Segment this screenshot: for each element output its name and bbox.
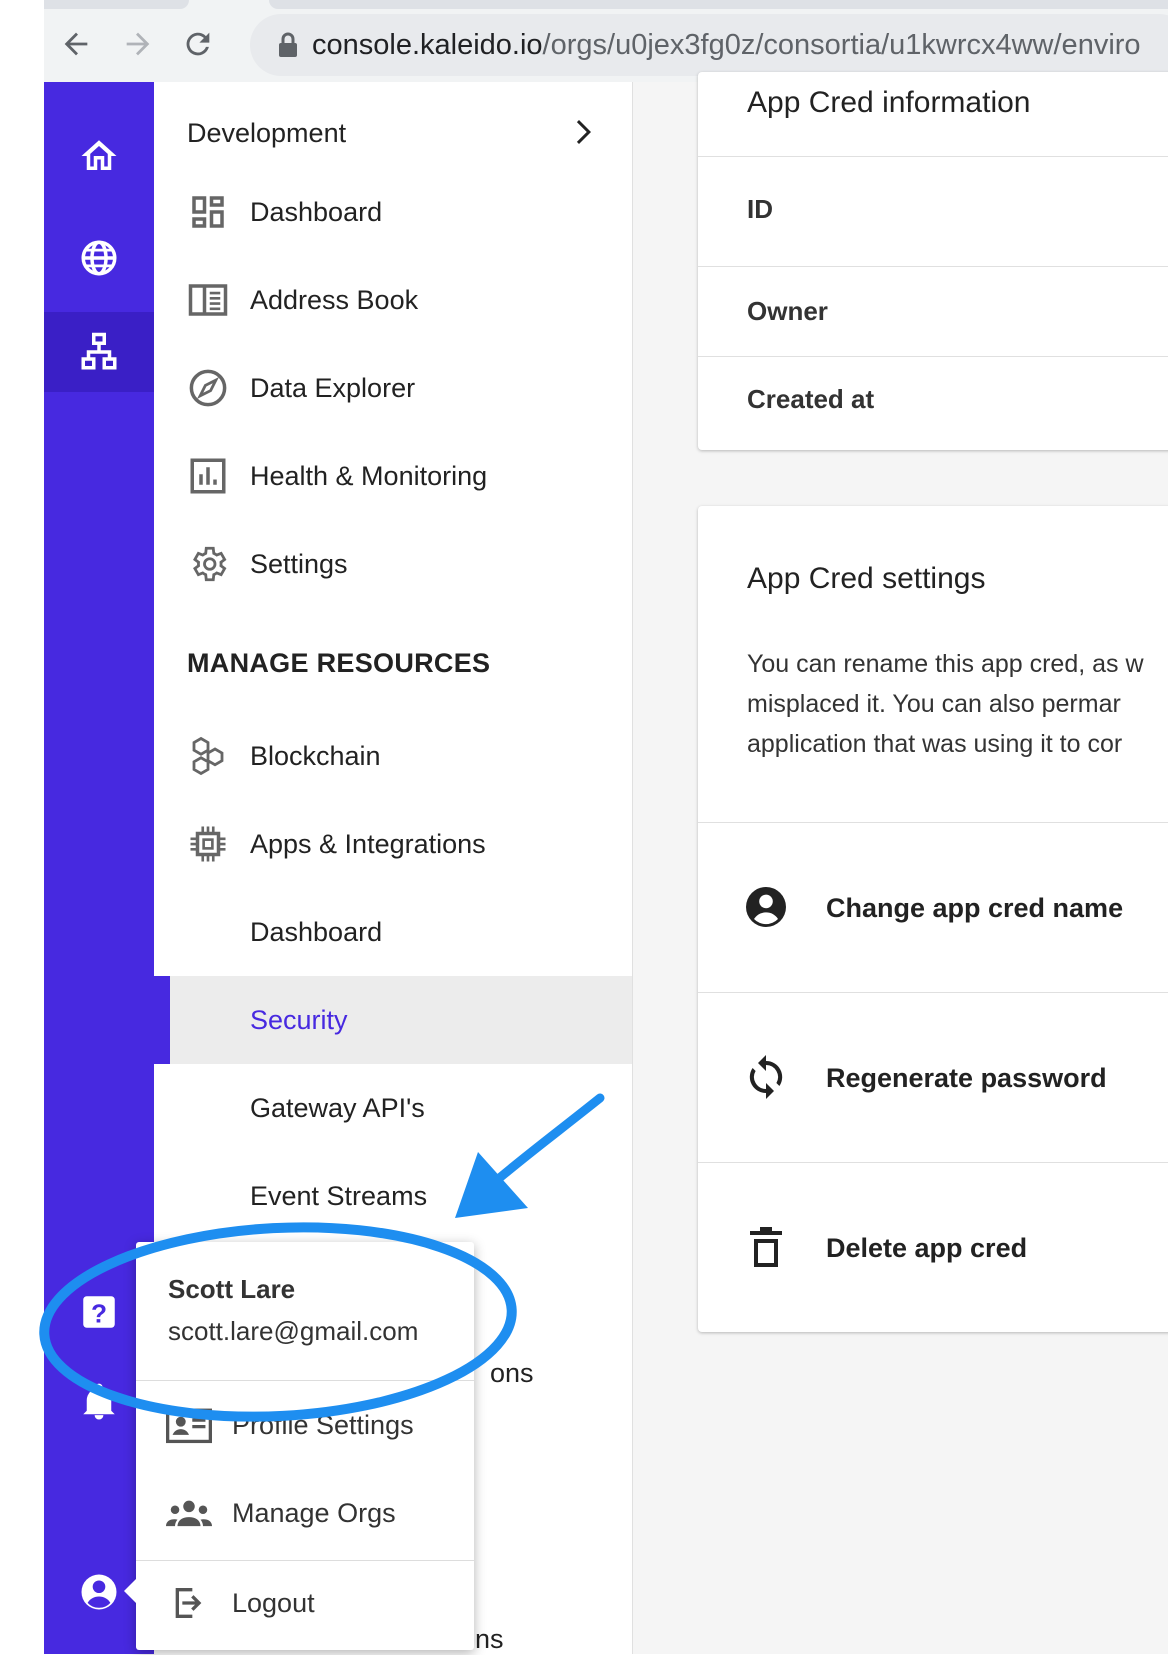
- delete-app-cred-action[interactable]: Delete app cred: [698, 1162, 1168, 1333]
- nav-item-settings[interactable]: Settings: [154, 520, 632, 608]
- user-email: scott.lare@gmail.com: [168, 1316, 419, 1346]
- nav-item-security[interactable]: Security: [170, 976, 632, 1064]
- nav-item-gateway-apis[interactable]: Gateway API's: [154, 1064, 632, 1152]
- settings-description: You can rename this app cred, as w mispl…: [747, 650, 1144, 758]
- logout-item[interactable]: Logout: [136, 1568, 474, 1638]
- selection-indicator: [154, 976, 170, 1064]
- globe-icon[interactable]: [44, 218, 154, 298]
- card-title: App Cred settings: [747, 562, 986, 595]
- section-heading: MANAGE RESOURCES: [187, 648, 491, 678]
- profile-card-icon: [166, 1408, 212, 1444]
- lock-icon: [279, 32, 297, 57]
- chip-icon: [187, 823, 229, 865]
- hexagons-icon: [187, 735, 229, 777]
- divider: [136, 1560, 474, 1561]
- gear-icon: [187, 543, 229, 585]
- app-cred-info-card: App Cred information ID Owner Created at: [698, 72, 1168, 450]
- main-content: App Cred information ID Owner Created at…: [633, 72, 1168, 1654]
- account-circle-icon: [746, 887, 786, 927]
- home-icon[interactable]: [44, 116, 154, 196]
- reload-icon[interactable]: [178, 24, 218, 64]
- regenerate-password-action[interactable]: Regenerate password: [698, 992, 1168, 1163]
- nav-item-dashboard[interactable]: Dashboard: [154, 168, 632, 256]
- card-header-row: [698, 72, 1168, 157]
- nav-item-data-explorer[interactable]: Data Explorer: [154, 344, 632, 432]
- browser-chrome: console.kaleido.io/orgs/u0jex3fg0z/conso…: [44, 0, 1168, 83]
- group-icon: [166, 1500, 212, 1527]
- nav-item-apps-integrations[interactable]: Apps & Integrations: [154, 800, 632, 888]
- dashboard-icon: [187, 191, 229, 233]
- forward-icon[interactable]: [118, 24, 158, 64]
- svg-text:?: ?: [91, 1299, 107, 1329]
- manage-orgs-item[interactable]: Manage Orgs: [136, 1478, 474, 1548]
- info-row-owner: Owner: [698, 266, 1168, 357]
- tab-strip: [44, 0, 189, 9]
- nav-item-blockchain[interactable]: Blockchain: [154, 712, 632, 800]
- refresh-icon: [749, 1055, 783, 1099]
- network-icon[interactable]: [44, 312, 154, 392]
- app-cred-settings-card: App Cred settings You can rename this ap…: [698, 506, 1168, 1332]
- trash-icon: [750, 1227, 782, 1267]
- nav-item-address-book[interactable]: Address Book: [154, 256, 632, 344]
- divider: [136, 1380, 474, 1381]
- profile-settings-item[interactable]: Profile Settings: [136, 1390, 474, 1460]
- logout-icon: [175, 1588, 202, 1618]
- address-book-icon: [187, 279, 229, 321]
- info-row-id: ID: [698, 156, 1168, 267]
- nav-item-partial[interactable]: ons: [490, 1358, 534, 1389]
- compass-icon: [187, 367, 229, 409]
- nav-item-event-streams[interactable]: Event Streams: [154, 1152, 632, 1240]
- url-text: console.kaleido.io/orgs/u0jex3fg0z/conso…: [312, 29, 1141, 61]
- environment-selector[interactable]: Development: [187, 118, 346, 149]
- change-name-action[interactable]: Change app cred name: [698, 822, 1168, 993]
- bar-chart-icon: [187, 455, 229, 497]
- user-menu-popover: Scott Lare scott.lare@gmail.com Profile …: [124, 1242, 474, 1650]
- address-bar[interactable]: console.kaleido.io/orgs/u0jex3fg0z/conso…: [250, 14, 1168, 76]
- nav-item-health-monitoring[interactable]: Health & Monitoring: [154, 432, 632, 520]
- user-name: Scott Lare: [168, 1274, 296, 1304]
- tab-strip: [269, 0, 1168, 9]
- info-row-created-at: Created at: [747, 384, 875, 414]
- nav-item-apps-dashboard[interactable]: Dashboard: [154, 888, 632, 976]
- back-icon[interactable]: [56, 24, 96, 64]
- chevron-right-icon[interactable]: [564, 114, 600, 150]
